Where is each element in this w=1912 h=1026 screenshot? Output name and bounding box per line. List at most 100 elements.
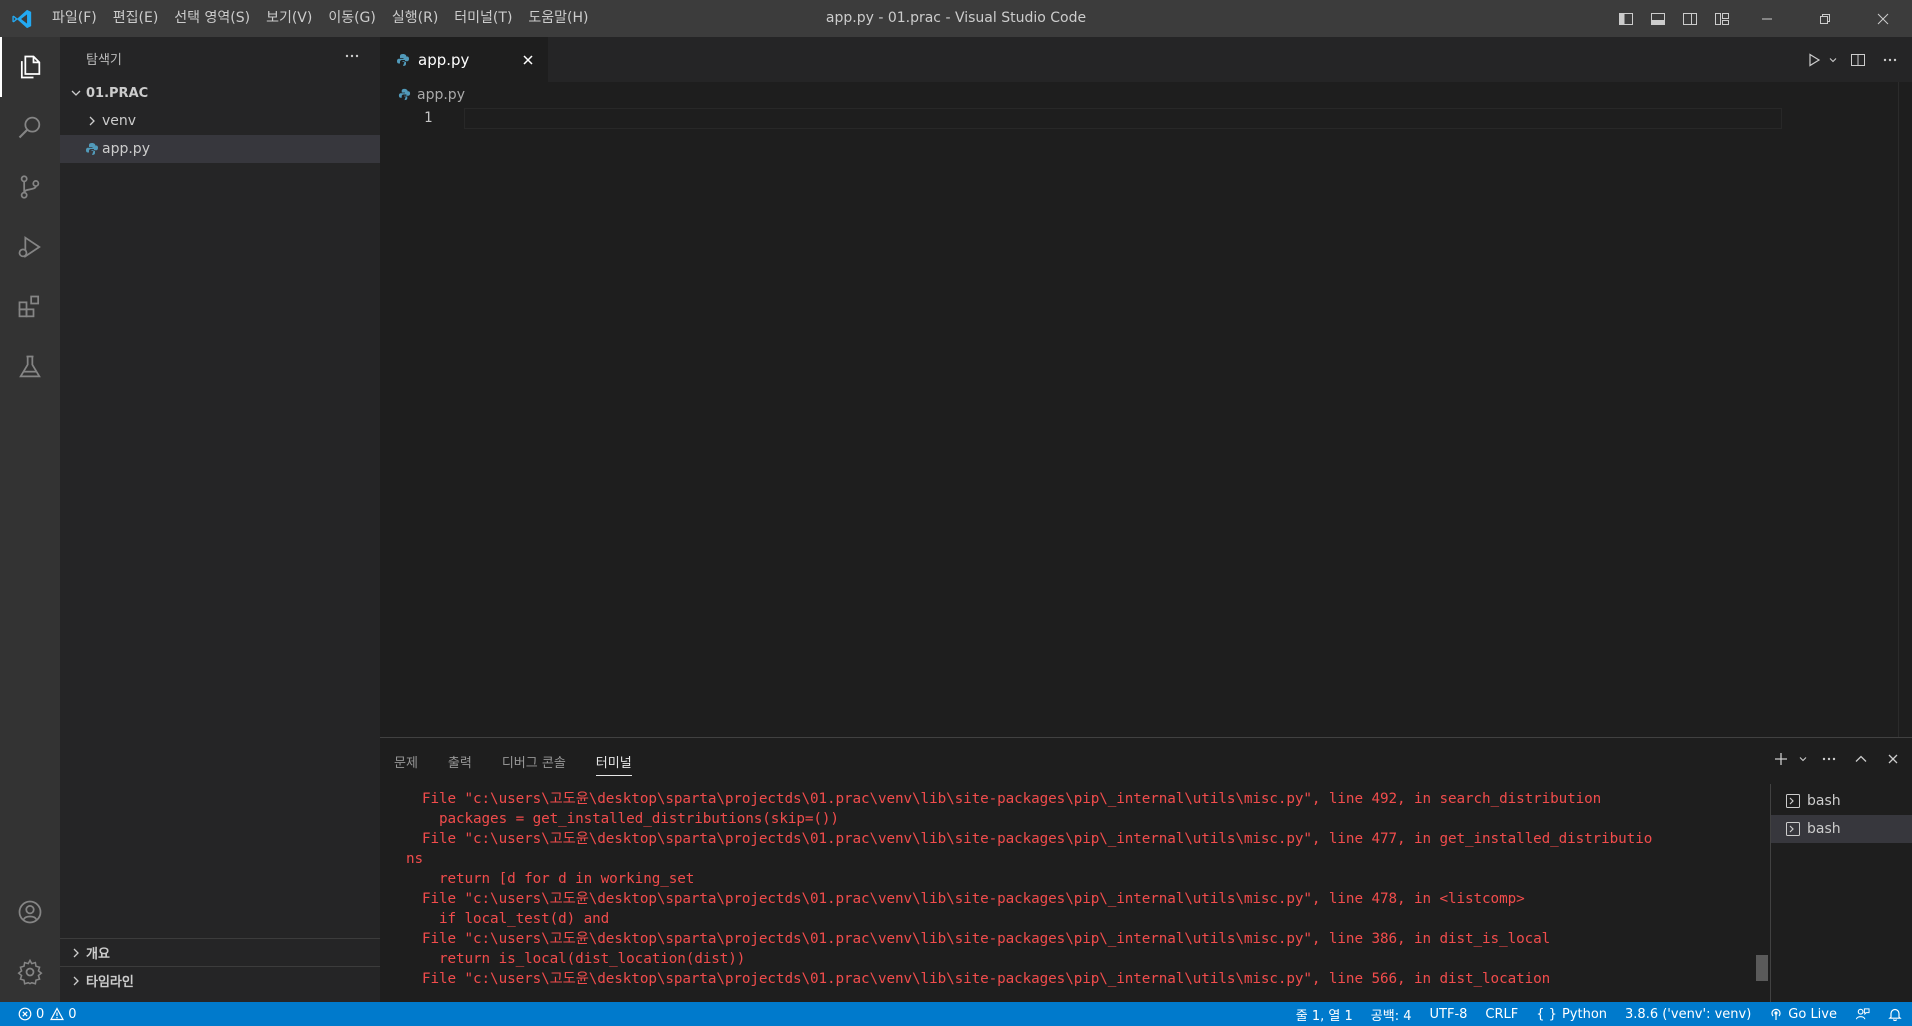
menu-terminal[interactable]: 터미널(T) bbox=[446, 0, 520, 37]
problems-status[interactable]: 0 0 bbox=[0, 1007, 77, 1022]
toggle-secondary-sidebar-icon[interactable] bbox=[1674, 0, 1706, 37]
terminal-line: return is_local(dist_location(dist)) bbox=[422, 951, 746, 967]
outline-section[interactable]: 개요 bbox=[60, 938, 380, 966]
tab-label: app.py bbox=[418, 50, 470, 69]
chevron-down-icon bbox=[66, 87, 86, 99]
customize-layout-icon[interactable] bbox=[1706, 0, 1738, 37]
close-tab-icon[interactable] bbox=[522, 54, 534, 66]
split-editor-icon[interactable] bbox=[1844, 46, 1872, 74]
indentation[interactable]: 공백: 4 bbox=[1371, 1005, 1412, 1024]
feedback-icon[interactable] bbox=[1855, 1007, 1870, 1022]
extensions-icon[interactable] bbox=[0, 277, 60, 337]
minimize-icon[interactable] bbox=[1738, 0, 1796, 37]
cursor-position[interactable]: 줄 1, 열 1 bbox=[1296, 1005, 1353, 1024]
new-terminal-plus-icon[interactable] bbox=[1772, 746, 1790, 772]
terminal-instance-2[interactable]: bash bbox=[1771, 815, 1912, 843]
toggle-panel-icon[interactable] bbox=[1642, 0, 1674, 37]
error-icon bbox=[18, 1007, 32, 1021]
status-bar-right: 줄 1, 열 1 공백: 4 UTF-8 CRLF { } Python 3.8… bbox=[1296, 1002, 1902, 1026]
breadcrumb[interactable]: app.py bbox=[380, 82, 1912, 107]
terminal-list: bash bash bbox=[1770, 784, 1912, 1003]
terminal-line: return [d for d in working_set bbox=[422, 871, 695, 887]
timeline-section[interactable]: 타임라인 bbox=[60, 966, 380, 994]
chevron-right-icon bbox=[66, 947, 86, 959]
go-live-button[interactable]: Go Live bbox=[1769, 1007, 1837, 1022]
menu-view[interactable]: 보기(V) bbox=[258, 0, 320, 37]
panel-actions bbox=[1772, 746, 1906, 772]
restore-icon[interactable] bbox=[1796, 0, 1854, 37]
search-icon[interactable] bbox=[0, 97, 60, 157]
tab-debug-console[interactable]: 디버그 콘솔 bbox=[502, 738, 566, 784]
more-actions-icon[interactable] bbox=[1876, 46, 1904, 74]
terminal-instance-1[interactable]: bash bbox=[1771, 787, 1912, 815]
terminal-output[interactable]: File "c:\users\고도윤\desktop\sparta\projec… bbox=[380, 784, 1770, 1003]
vscode-logo-icon bbox=[0, 0, 44, 37]
notifications-bell-icon[interactable] bbox=[1888, 1007, 1902, 1021]
sidebar-header: 탐색기 bbox=[60, 37, 380, 79]
run-python-file-icon[interactable] bbox=[1800, 46, 1828, 74]
breadcrumb-file[interactable]: app.py bbox=[417, 87, 465, 103]
tree-item-app-py[interactable]: app.py bbox=[60, 135, 380, 163]
tab-terminal[interactable]: 터미널 bbox=[595, 738, 632, 784]
python-file-icon bbox=[82, 142, 102, 156]
current-line-highlight[interactable] bbox=[464, 108, 1782, 129]
terminal-line: packages = get_installed_distributions(s… bbox=[422, 811, 839, 827]
chevron-right-icon bbox=[82, 115, 102, 127]
sidebar-title: 탐색기 bbox=[86, 52, 122, 68]
language-mode[interactable]: { } Python bbox=[1536, 1007, 1607, 1022]
more-actions-icon[interactable] bbox=[1816, 746, 1842, 772]
source-control-icon[interactable] bbox=[0, 157, 60, 217]
accounts-icon[interactable] bbox=[0, 882, 60, 942]
maximize-panel-chevron-up-icon[interactable] bbox=[1848, 746, 1874, 772]
editor-area: app.py app.py 1 bbox=[380, 37, 1912, 737]
language-label: Python bbox=[1561, 1006, 1608, 1022]
status-bar: 0 0 줄 1, 열 1 공백: 4 UTF-8 CRLF { } Python… bbox=[0, 1002, 1912, 1026]
run-dropdown-chevron-icon[interactable] bbox=[1826, 46, 1840, 74]
settings-gear-icon[interactable] bbox=[0, 942, 60, 1002]
warning-icon bbox=[50, 1007, 65, 1021]
run-debug-icon[interactable] bbox=[0, 217, 60, 277]
tree-item-label: app.py bbox=[102, 141, 150, 157]
close-panel-icon[interactable] bbox=[1880, 746, 1906, 772]
title-bar: 파일(F) 편집(E) 선택 영역(S) 보기(V) 이동(G) 실행(R) 터… bbox=[0, 0, 1912, 37]
menu-edit[interactable]: 편집(E) bbox=[105, 0, 167, 37]
warning-count: 0 bbox=[68, 1006, 77, 1022]
menu-go[interactable]: 이동(G) bbox=[320, 0, 384, 37]
terminal-dropdown-chevron-icon[interactable] bbox=[1796, 746, 1810, 772]
testing-icon[interactable] bbox=[0, 337, 60, 397]
python-file-icon bbox=[396, 53, 410, 67]
terminal-line: File "c:\users\고도윤\desktop\sparta\projec… bbox=[422, 791, 1602, 807]
explorer-sidebar: 탐색기 01.PRAC venv app.py 개요 타임라인 bbox=[60, 37, 380, 1002]
terminal-icon bbox=[1785, 793, 1801, 809]
activity-bar bbox=[0, 37, 60, 1002]
more-actions-icon[interactable] bbox=[344, 48, 360, 68]
tab-problems[interactable]: 문제 bbox=[394, 738, 418, 784]
terminal-line: File "c:\users\고도윤\desktop\sparta\projec… bbox=[422, 971, 1551, 987]
toggle-primary-sidebar-icon[interactable] bbox=[1610, 0, 1642, 37]
menu-file[interactable]: 파일(F) bbox=[44, 0, 105, 37]
terminal-line: File "c:\users\고도윤\desktop\sparta\projec… bbox=[422, 831, 1653, 847]
menu-help[interactable]: 도움말(H) bbox=[520, 0, 596, 37]
python-interpreter[interactable]: 3.8.6 ('venv': venv) bbox=[1625, 1007, 1751, 1022]
terminal-scrollbar-thumb[interactable] bbox=[1756, 955, 1768, 981]
tree-item-venv[interactable]: venv bbox=[60, 107, 380, 135]
workspace-folder[interactable]: 01.PRAC bbox=[60, 79, 380, 107]
terminal-instance-label: bash bbox=[1807, 821, 1841, 837]
menu-selection[interactable]: 선택 영역(S) bbox=[166, 0, 258, 37]
menu-run[interactable]: 실행(R) bbox=[384, 0, 446, 37]
braces-icon: { } bbox=[1536, 1006, 1557, 1022]
go-live-label: Go Live bbox=[1788, 1006, 1837, 1022]
editor-scrollbar[interactable] bbox=[1898, 82, 1912, 737]
bottom-panel: 문제 출력 디버그 콘솔 터미널 File "c:\users\고도윤\desk… bbox=[380, 737, 1912, 1003]
close-window-icon[interactable] bbox=[1854, 0, 1912, 37]
outline-section-label: 개요 bbox=[86, 947, 110, 962]
terminal-line: ns bbox=[406, 851, 424, 867]
explorer-icon[interactable] bbox=[0, 37, 60, 97]
title-bar-controls bbox=[1610, 0, 1912, 37]
tab-output[interactable]: 출력 bbox=[448, 738, 472, 784]
menu-bar: 파일(F) 편집(E) 선택 영역(S) 보기(V) 이동(G) 실행(R) 터… bbox=[44, 0, 597, 37]
encoding[interactable]: UTF-8 bbox=[1430, 1007, 1468, 1022]
end-of-line[interactable]: CRLF bbox=[1485, 1007, 1518, 1022]
tab-app-py[interactable]: app.py bbox=[380, 37, 548, 82]
code-line[interactable]: 1 bbox=[380, 108, 1782, 129]
